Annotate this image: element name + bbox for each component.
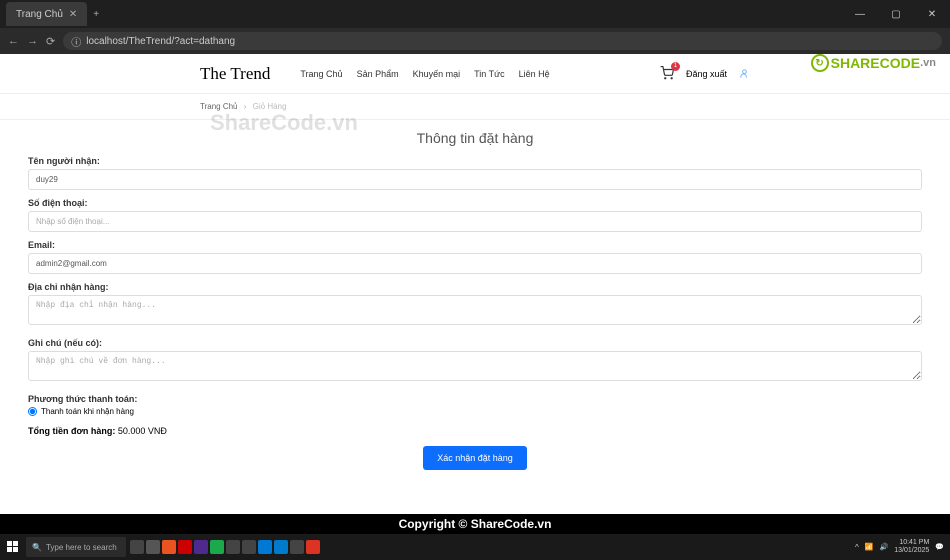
taskbar-app[interactable]	[306, 540, 320, 554]
cart-button[interactable]: 1	[660, 66, 674, 82]
taskbar-app[interactable]	[130, 540, 144, 554]
new-tab-button[interactable]: +	[93, 9, 99, 20]
user-icon[interactable]	[739, 68, 750, 79]
info-icon: ⓘ	[71, 34, 81, 49]
system-tray: ^ 📶 🔊 10:41 PM 13/01/2025 💬	[855, 539, 950, 554]
sharecode-logo: ↻ SHARECODE.vn	[811, 54, 936, 72]
nav-contact[interactable]: Liên Hệ	[519, 69, 550, 79]
forward-button[interactable]: →	[27, 35, 38, 47]
taskbar-app[interactable]	[242, 540, 256, 554]
confirm-order-button[interactable]: Xác nhận đặt hàng	[423, 446, 527, 470]
site-header: The Trend Trang Chủ Sản Phẩm Khuyến mại …	[0, 54, 950, 94]
address-input[interactable]	[28, 295, 922, 325]
wifi-icon[interactable]: 📶	[865, 543, 874, 551]
main-nav: Trang Chủ Sản Phẩm Khuyến mại Tin Tức Li…	[300, 69, 549, 79]
order-total: Tổng tiền đơn hàng: 50.000 VNĐ	[28, 426, 922, 436]
phone-label: Số điện thoại:	[28, 198, 922, 208]
globe-icon: ↻	[811, 54, 829, 72]
note-input[interactable]	[28, 351, 922, 381]
close-window-button[interactable]: ✕	[914, 0, 950, 28]
note-label: Ghi chú (nếu có):	[28, 338, 922, 348]
taskbar-app[interactable]	[194, 540, 208, 554]
clock[interactable]: 10:41 PM 13/01/2025	[894, 539, 929, 554]
taskbar-app[interactable]	[258, 540, 272, 554]
taskbar-app[interactable]	[290, 540, 304, 554]
nav-promo[interactable]: Khuyến mại	[413, 69, 461, 79]
maximize-button[interactable]: ▢	[878, 0, 914, 28]
cart-count-badge: 1	[671, 62, 680, 71]
browser-tab[interactable]: Trang Chủ ✕	[6, 2, 87, 26]
recipient-label: Tên người nhận:	[28, 156, 922, 166]
windows-taskbar: 🔍 Type here to search ^ 📶 🔊 10:41 PM 13/…	[0, 534, 950, 560]
phone-input[interactable]	[28, 211, 922, 232]
breadcrumb-current: Giỏ Hàng	[253, 102, 287, 111]
cod-label: Thanh toán khi nhận hàng	[41, 407, 134, 416]
nav-news[interactable]: Tin Tức	[474, 69, 505, 79]
taskbar-app[interactable]	[162, 540, 176, 554]
taskbar-app[interactable]	[274, 540, 288, 554]
reload-button[interactable]: ⟳	[46, 35, 55, 48]
page-footer: Copyright © ShareCode.vn	[0, 514, 950, 534]
address-label: Địa chỉ nhận hàng:	[28, 282, 922, 292]
page-content: ↻ SHARECODE.vn The Trend Trang Chủ Sản P…	[0, 54, 950, 514]
recipient-input[interactable]	[28, 169, 922, 190]
tab-title: Trang Chủ	[16, 9, 63, 20]
total-value: 50.000 VNĐ	[118, 426, 167, 436]
url-text: localhost/TheTrend/?act=dathang	[86, 36, 235, 47]
breadcrumb: Trang Chủ › Giỏ Hàng	[0, 94, 950, 120]
logout-link[interactable]: Đăng xuất	[686, 69, 727, 79]
tray-overflow-icon[interactable]: ^	[855, 543, 859, 552]
close-icon[interactable]: ✕	[69, 9, 77, 20]
browser-toolbar: ← → ⟳ ⓘ localhost/TheTrend/?act=dathang	[0, 28, 950, 54]
email-input[interactable]	[28, 253, 922, 274]
form-title: Thông tin đặt hàng	[28, 130, 922, 146]
header-right: 1 Đăng xuất	[660, 66, 750, 82]
site-brand[interactable]: The Trend	[200, 64, 270, 84]
windows-icon	[7, 541, 19, 553]
taskbar-app[interactable]	[226, 540, 240, 554]
window-controls: — ▢ ✕	[842, 0, 950, 28]
nav-home[interactable]: Trang Chủ	[300, 69, 342, 79]
email-label: Email:	[28, 240, 922, 250]
breadcrumb-home[interactable]: Trang Chủ	[200, 102, 238, 111]
nav-products[interactable]: Sản Phẩm	[357, 69, 399, 79]
order-form: Thông tin đặt hàng Tên người nhận: Số đi…	[10, 120, 940, 480]
cod-radio[interactable]	[28, 407, 37, 416]
address-bar[interactable]: ⓘ localhost/TheTrend/?act=dathang	[63, 32, 942, 50]
volume-icon[interactable]: 🔊	[880, 543, 889, 551]
start-button[interactable]	[0, 534, 26, 560]
payment-method-label: Phương thức thanh toán:	[28, 394, 922, 404]
notifications-icon[interactable]: 💬	[935, 543, 944, 551]
taskbar-search[interactable]: 🔍 Type here to search	[26, 537, 126, 557]
taskbar-app[interactable]	[210, 540, 224, 554]
taskbar-app[interactable]	[178, 540, 192, 554]
browser-titlebar: Trang Chủ ✕ + — ▢ ✕	[0, 0, 950, 28]
chevron-right-icon: ›	[244, 102, 247, 111]
search-icon: 🔍	[32, 543, 42, 552]
back-button[interactable]: ←	[8, 35, 19, 47]
taskbar-apps	[130, 540, 320, 554]
taskbar-app[interactable]	[146, 540, 160, 554]
minimize-button[interactable]: —	[842, 0, 878, 28]
